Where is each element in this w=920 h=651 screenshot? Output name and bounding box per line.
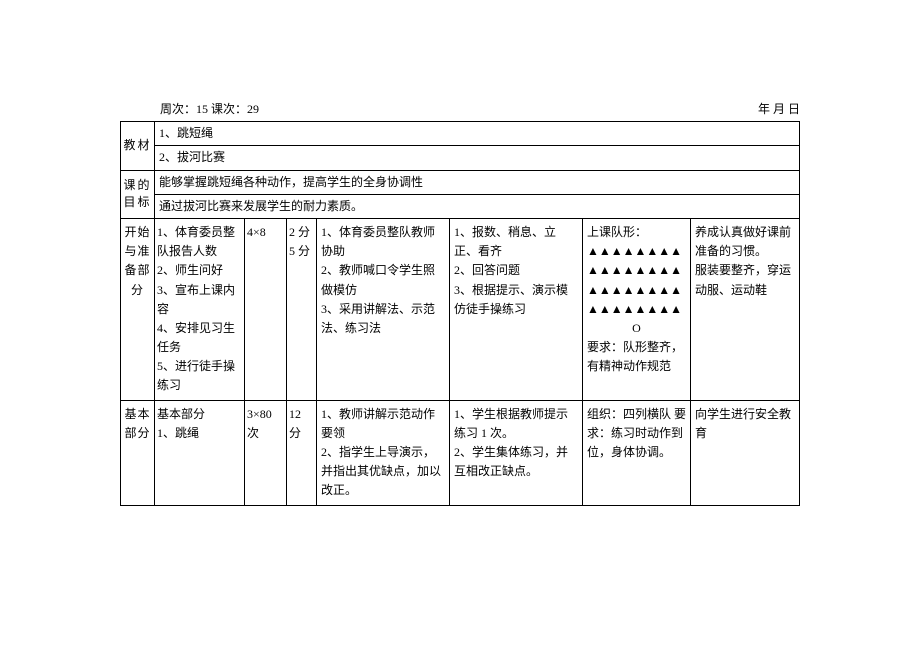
- start-time: 2 分 5 分: [287, 219, 317, 400]
- week-lesson-number: 周次：15 课次：29: [160, 100, 259, 119]
- jiaocai-content: 1、跳短绳 2、拔河比赛: [155, 122, 799, 169]
- jiaocai-item-1: 1、跳短绳: [155, 122, 799, 146]
- section-label-start: 开始与准备部分: [121, 219, 155, 400]
- row-basic-section: 基本部分 基本部分 1、跳绳 3×80 次 12 分 1、教师讲解示范动作要领 …: [121, 401, 799, 505]
- basic-organization: 组织：四列横队 要求：练习时动作到位，身体协调。: [583, 401, 691, 505]
- org-title: 上课队形：: [587, 223, 686, 242]
- start-reps: 4×8: [245, 219, 287, 400]
- teacher-mark: O: [587, 319, 686, 338]
- row-jiaocai: 教材 1、跳短绳 2、拔河比赛: [121, 122, 799, 170]
- formation-row-2: ▲▲▲▲▲▲▲▲: [587, 261, 686, 280]
- start-teacher: 1、体育委员整队教师协助 2、教师喊口令学生照做模仿 3、采用讲解法、示范法、练…: [317, 219, 450, 400]
- basic-teacher: 1、教师讲解示范动作要领 2、指学生上导演示，并指出其优缺点，加以改正。: [317, 401, 450, 505]
- org-requirement: 要求：队形整齐，有精神动作规范: [587, 338, 686, 376]
- start-activities: 1、体育委员整队报告人数 2、师生问好 3、宣布上课内容 4、安排见习生任务 5…: [155, 219, 245, 400]
- mubiao-item-1: 能够掌握跳短绳各种动作，提高学生的全身协调性: [155, 171, 799, 195]
- formation-row-3: ▲▲▲▲▲▲▲▲: [587, 281, 686, 300]
- basic-reps: 3×80 次: [245, 401, 287, 505]
- formation-row-4: ▲▲▲▲▲▲▲▲: [587, 300, 686, 319]
- date-field: 年 月 日: [758, 100, 800, 119]
- mubiao-content: 能够掌握跳短绳各种动作，提高学生的全身协调性 通过拔河比赛来发展学生的耐力素质。: [155, 171, 799, 218]
- label-mubiao: 课的目标: [121, 171, 155, 218]
- row-mubiao: 课的目标 能够掌握跳短绳各种动作，提高学生的全身协调性 通过拔河比赛来发展学生的…: [121, 171, 799, 219]
- header-line: 周次：15 课次：29 年 月 日: [120, 100, 800, 119]
- label-jiaocai: 教材: [121, 122, 155, 169]
- row-start-section: 开始与准备部分 1、体育委员整队报告人数 2、师生问好 3、宣布上课内容 4、安…: [121, 219, 799, 401]
- start-organization: 上课队形： ▲▲▲▲▲▲▲▲ ▲▲▲▲▲▲▲▲ ▲▲▲▲▲▲▲▲ ▲▲▲▲▲▲▲…: [583, 219, 691, 400]
- basic-time: 12 分: [287, 401, 317, 505]
- basic-activities: 基本部分 1、跳绳: [155, 401, 245, 505]
- start-note: 养成认真做好课前准备的习惯。 服装要整齐，穿运动服、运动鞋: [691, 219, 799, 400]
- formation-row-1: ▲▲▲▲▲▲▲▲: [587, 242, 686, 261]
- lesson-plan-document: 周次：15 课次：29 年 月 日 教材 1、跳短绳 2、拔河比赛 课的目标 能…: [0, 0, 920, 546]
- jiaocai-item-2: 2、拔河比赛: [155, 146, 799, 169]
- outer-table: 教材 1、跳短绳 2、拔河比赛 课的目标 能够掌握跳短绳各种动作，提高学生的全身…: [120, 121, 800, 505]
- section-label-basic: 基本部分: [121, 401, 155, 505]
- basic-note: 向学生进行安全教育: [691, 401, 799, 505]
- basic-student: 1、学生根据教师提示练习 1 次。 2、学生集体练习，并互相改正缺点。: [450, 401, 583, 505]
- mubiao-item-2: 通过拔河比赛来发展学生的耐力素质。: [155, 195, 799, 218]
- start-student: 1、报数、稍息、立正、看齐 2、回答问题 3、根据提示、演示模仿徒手操练习: [450, 219, 583, 400]
